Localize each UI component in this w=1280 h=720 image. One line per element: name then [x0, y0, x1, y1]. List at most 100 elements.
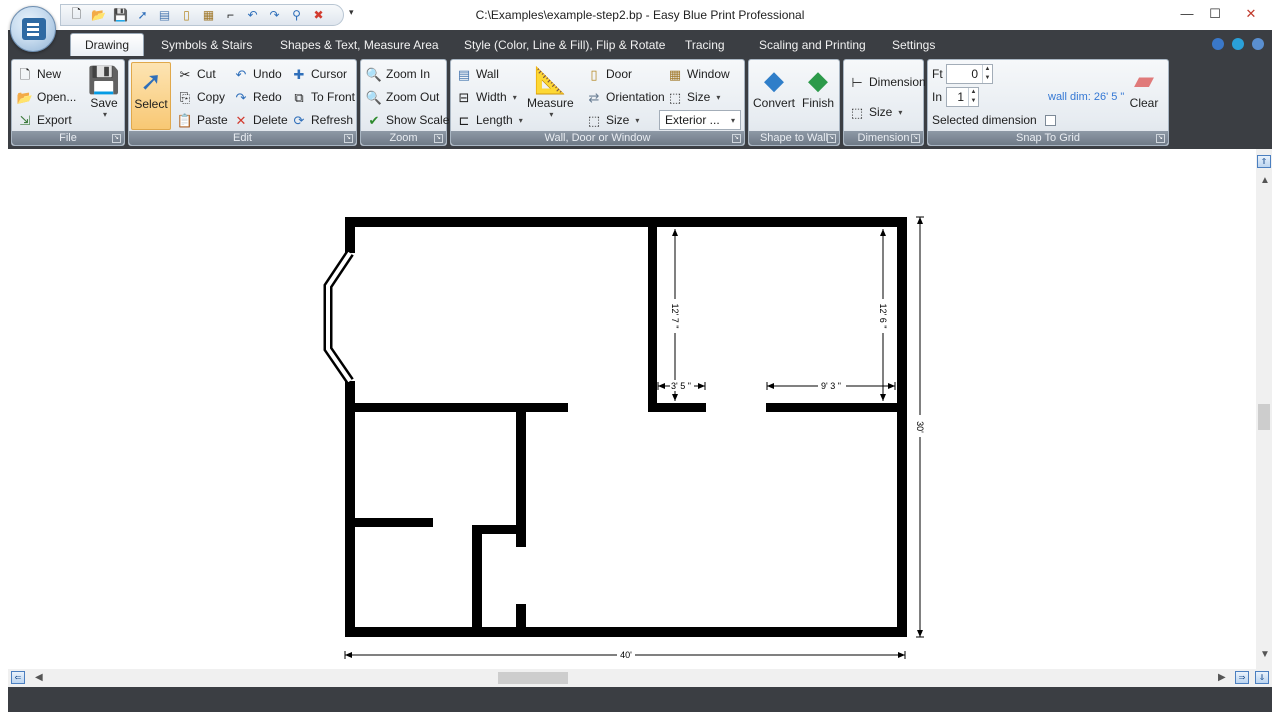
help-icon[interactable] — [1252, 38, 1264, 50]
scroll-left-icon[interactable]: ◀ — [35, 672, 43, 683]
copy-button[interactable]: ⎘ Copy — [177, 87, 225, 107]
scroll-down-icon[interactable]: ▼ — [1260, 649, 1270, 660]
refresh-button[interactable]: ⟳ Refresh — [291, 110, 353, 130]
scroll-up-icon[interactable]: ▲ — [1260, 175, 1270, 186]
cursor-button[interactable]: ✚ Cursor — [291, 64, 347, 84]
copy-icon: ⎘ — [179, 89, 191, 105]
cut-button[interactable]: ✂ Cut — [177, 64, 216, 84]
width-icon: ⊟ — [458, 89, 470, 105]
wall-group-label: Wall, Door or Window — [451, 131, 744, 145]
orientation-button[interactable]: ⇄ Orientation — [586, 87, 665, 107]
door-size-button[interactable]: ⬚ Size ▾ — [586, 110, 640, 130]
snap-to-grid-group: Ft 0 ▲ ▼ In 1 ▲ ▼ Selected dimension wall … — [927, 59, 1169, 146]
close-button[interactable]: ✕ — [1236, 3, 1266, 25]
in-spin-icon[interactable]: ▲ ▼ — [968, 88, 978, 106]
maximize-button[interactable]: ☐ — [1200, 3, 1230, 25]
in-value: 1 — [957, 90, 964, 104]
undo-label: Undo — [253, 67, 282, 81]
export-button[interactable]: ⇲ Export — [17, 110, 72, 130]
ft-stepper[interactable]: 0 ▲ ▼ — [946, 64, 993, 84]
wall-right[interactable] — [897, 217, 907, 637]
measure-button[interactable]: 📐 Measure ▾ — [527, 64, 574, 119]
wall-middle-left[interactable] — [355, 403, 568, 412]
shape-launcher-icon[interactable]: ↘ — [827, 134, 836, 143]
scroll-first-icon[interactable]: ⇐ — [11, 671, 25, 684]
wall-launcher-icon[interactable]: ↘ — [732, 134, 741, 143]
selected-dimension-toggle[interactable]: Selected dimension — [932, 110, 1056, 130]
wall-left-lower[interactable] — [345, 381, 355, 637]
new-button[interactable]: 🗋 New — [17, 64, 61, 84]
undo-button[interactable]: ↶ Undo — [233, 64, 282, 84]
wall-top[interactable] — [345, 217, 907, 227]
application-menu-button[interactable] — [10, 6, 56, 52]
vertical-scroll-thumb[interactable] — [1258, 404, 1270, 430]
tab-scaling-printing[interactable]: Scaling and Printing — [759, 38, 866, 52]
dimension-launcher-icon[interactable]: ↘ — [911, 134, 920, 143]
selected-dimension-checkbox[interactable] — [1044, 114, 1056, 126]
scroll-top-icon[interactable]: ⇑ — [1257, 155, 1271, 168]
paste-button[interactable]: 📋 Paste — [177, 110, 228, 130]
window-size-button[interactable]: ⬚ Size ▾ — [667, 87, 721, 107]
vertical-scrollbar[interactable]: ⇑ ▲ ▼ — [1256, 149, 1272, 669]
dim-label-opening: 9' 3 " — [821, 381, 841, 391]
save-button[interactable]: 💾 Save ▾ — [88, 64, 120, 119]
scroll-last-icon[interactable]: ⇒ — [1235, 671, 1249, 684]
dim-label-small: 3' 5 " — [671, 381, 691, 391]
redo-button[interactable]: ↷ Redo — [233, 87, 282, 107]
tab-drawing[interactable]: Drawing — [70, 33, 145, 57]
help-globe-icon[interactable] — [1232, 38, 1244, 50]
dimension-size-button[interactable]: ⬚ Size ▾ — [849, 102, 903, 122]
convert-button[interactable]: ◆ Convert — [753, 64, 795, 110]
horizontal-scrollbar[interactable]: ⇐ ◀ ▶ ⇒ ⇓ — [8, 669, 1272, 687]
select-arrow-icon: ➚ — [140, 66, 162, 96]
tab-tracing[interactable]: Tracing — [685, 38, 725, 52]
zoom-in-button[interactable]: 🔍 Zoom In — [366, 64, 430, 84]
wall-type-select[interactable]: Exterior ... ▾ — [659, 110, 741, 130]
window-label: Window — [687, 67, 730, 81]
scissors-icon: ✂ — [179, 66, 191, 82]
scroll-bottom-icon[interactable]: ⇓ — [1255, 671, 1269, 684]
width-button[interactable]: ⊟ Width ▾ — [456, 87, 517, 107]
dimension-button[interactable]: ⊢ Dimension — [849, 72, 925, 92]
scroll-right-icon[interactable]: ▶ — [1218, 672, 1226, 683]
wall-closet-top[interactable] — [472, 525, 526, 534]
length-button[interactable]: ⊏ Length ▾ — [456, 110, 523, 130]
door-label: Door — [606, 67, 633, 81]
wall-bath-shelf[interactable] — [355, 518, 433, 527]
ft-spin-icon[interactable]: ▲ ▼ — [982, 65, 992, 83]
cursor-plus-icon: ✚ — [293, 66, 305, 82]
finish-button[interactable]: ◆ Finish — [802, 64, 834, 110]
to-front-button[interactable]: ⧉ To Front — [291, 87, 355, 107]
tab-settings[interactable]: Settings — [892, 38, 935, 52]
delete-button[interactable]: ✕ Delete — [233, 110, 288, 130]
wall-closet-stub[interactable] — [648, 403, 706, 412]
horizontal-scroll-thumb[interactable] — [498, 672, 568, 684]
open-button[interactable]: 📂 Open... — [17, 87, 76, 107]
dimension-icon: ⊢ — [851, 74, 863, 90]
wall-bottom[interactable] — [345, 627, 907, 637]
wall-middle-right[interactable] — [766, 403, 897, 412]
wall-left-upper[interactable] — [345, 217, 355, 253]
zoom-launcher-icon[interactable]: ↘ — [434, 134, 443, 143]
door-button[interactable]: ▯ Door — [586, 64, 632, 84]
select-button[interactable]: ➚ Select — [131, 62, 171, 130]
wall-button[interactable]: ▤ Wall — [456, 64, 499, 84]
in-stepper[interactable]: 1 ▲ ▼ — [946, 87, 979, 107]
wall-closet-post[interactable] — [472, 525, 482, 627]
minimize-button[interactable]: — — [1172, 3, 1202, 25]
wall-hall-lower[interactable] — [516, 604, 526, 627]
zoom-out-button[interactable]: 🔍 Zoom Out — [366, 87, 439, 107]
tab-shapes-text[interactable]: Shapes & Text, Measure Area — [280, 38, 439, 52]
clear-button[interactable]: ▰ Clear — [1128, 64, 1160, 110]
bring-to-front-icon: ⧉ — [294, 89, 304, 105]
show-scale-button[interactable]: ✔ Show Scale — [366, 110, 450, 130]
snap-launcher-icon[interactable]: ↘ — [1156, 134, 1165, 143]
window-button[interactable]: ▦ Window — [667, 64, 730, 84]
pin-icon[interactable] — [1212, 38, 1224, 50]
tab-symbols-stairs[interactable]: Symbols & Stairs — [161, 38, 252, 52]
file-launcher-icon[interactable]: ↘ — [112, 134, 121, 143]
tab-style[interactable]: Style (Color, Line & Fill), Flip & Rotat… — [464, 38, 665, 52]
edit-launcher-icon[interactable]: ↘ — [344, 134, 353, 143]
wall-closet-left[interactable] — [648, 227, 657, 412]
drawing-canvas[interactable]: 12' 7 " 12' 6 " 3' 5 " 9' 3 " 30' 40' — [8, 149, 1256, 669]
